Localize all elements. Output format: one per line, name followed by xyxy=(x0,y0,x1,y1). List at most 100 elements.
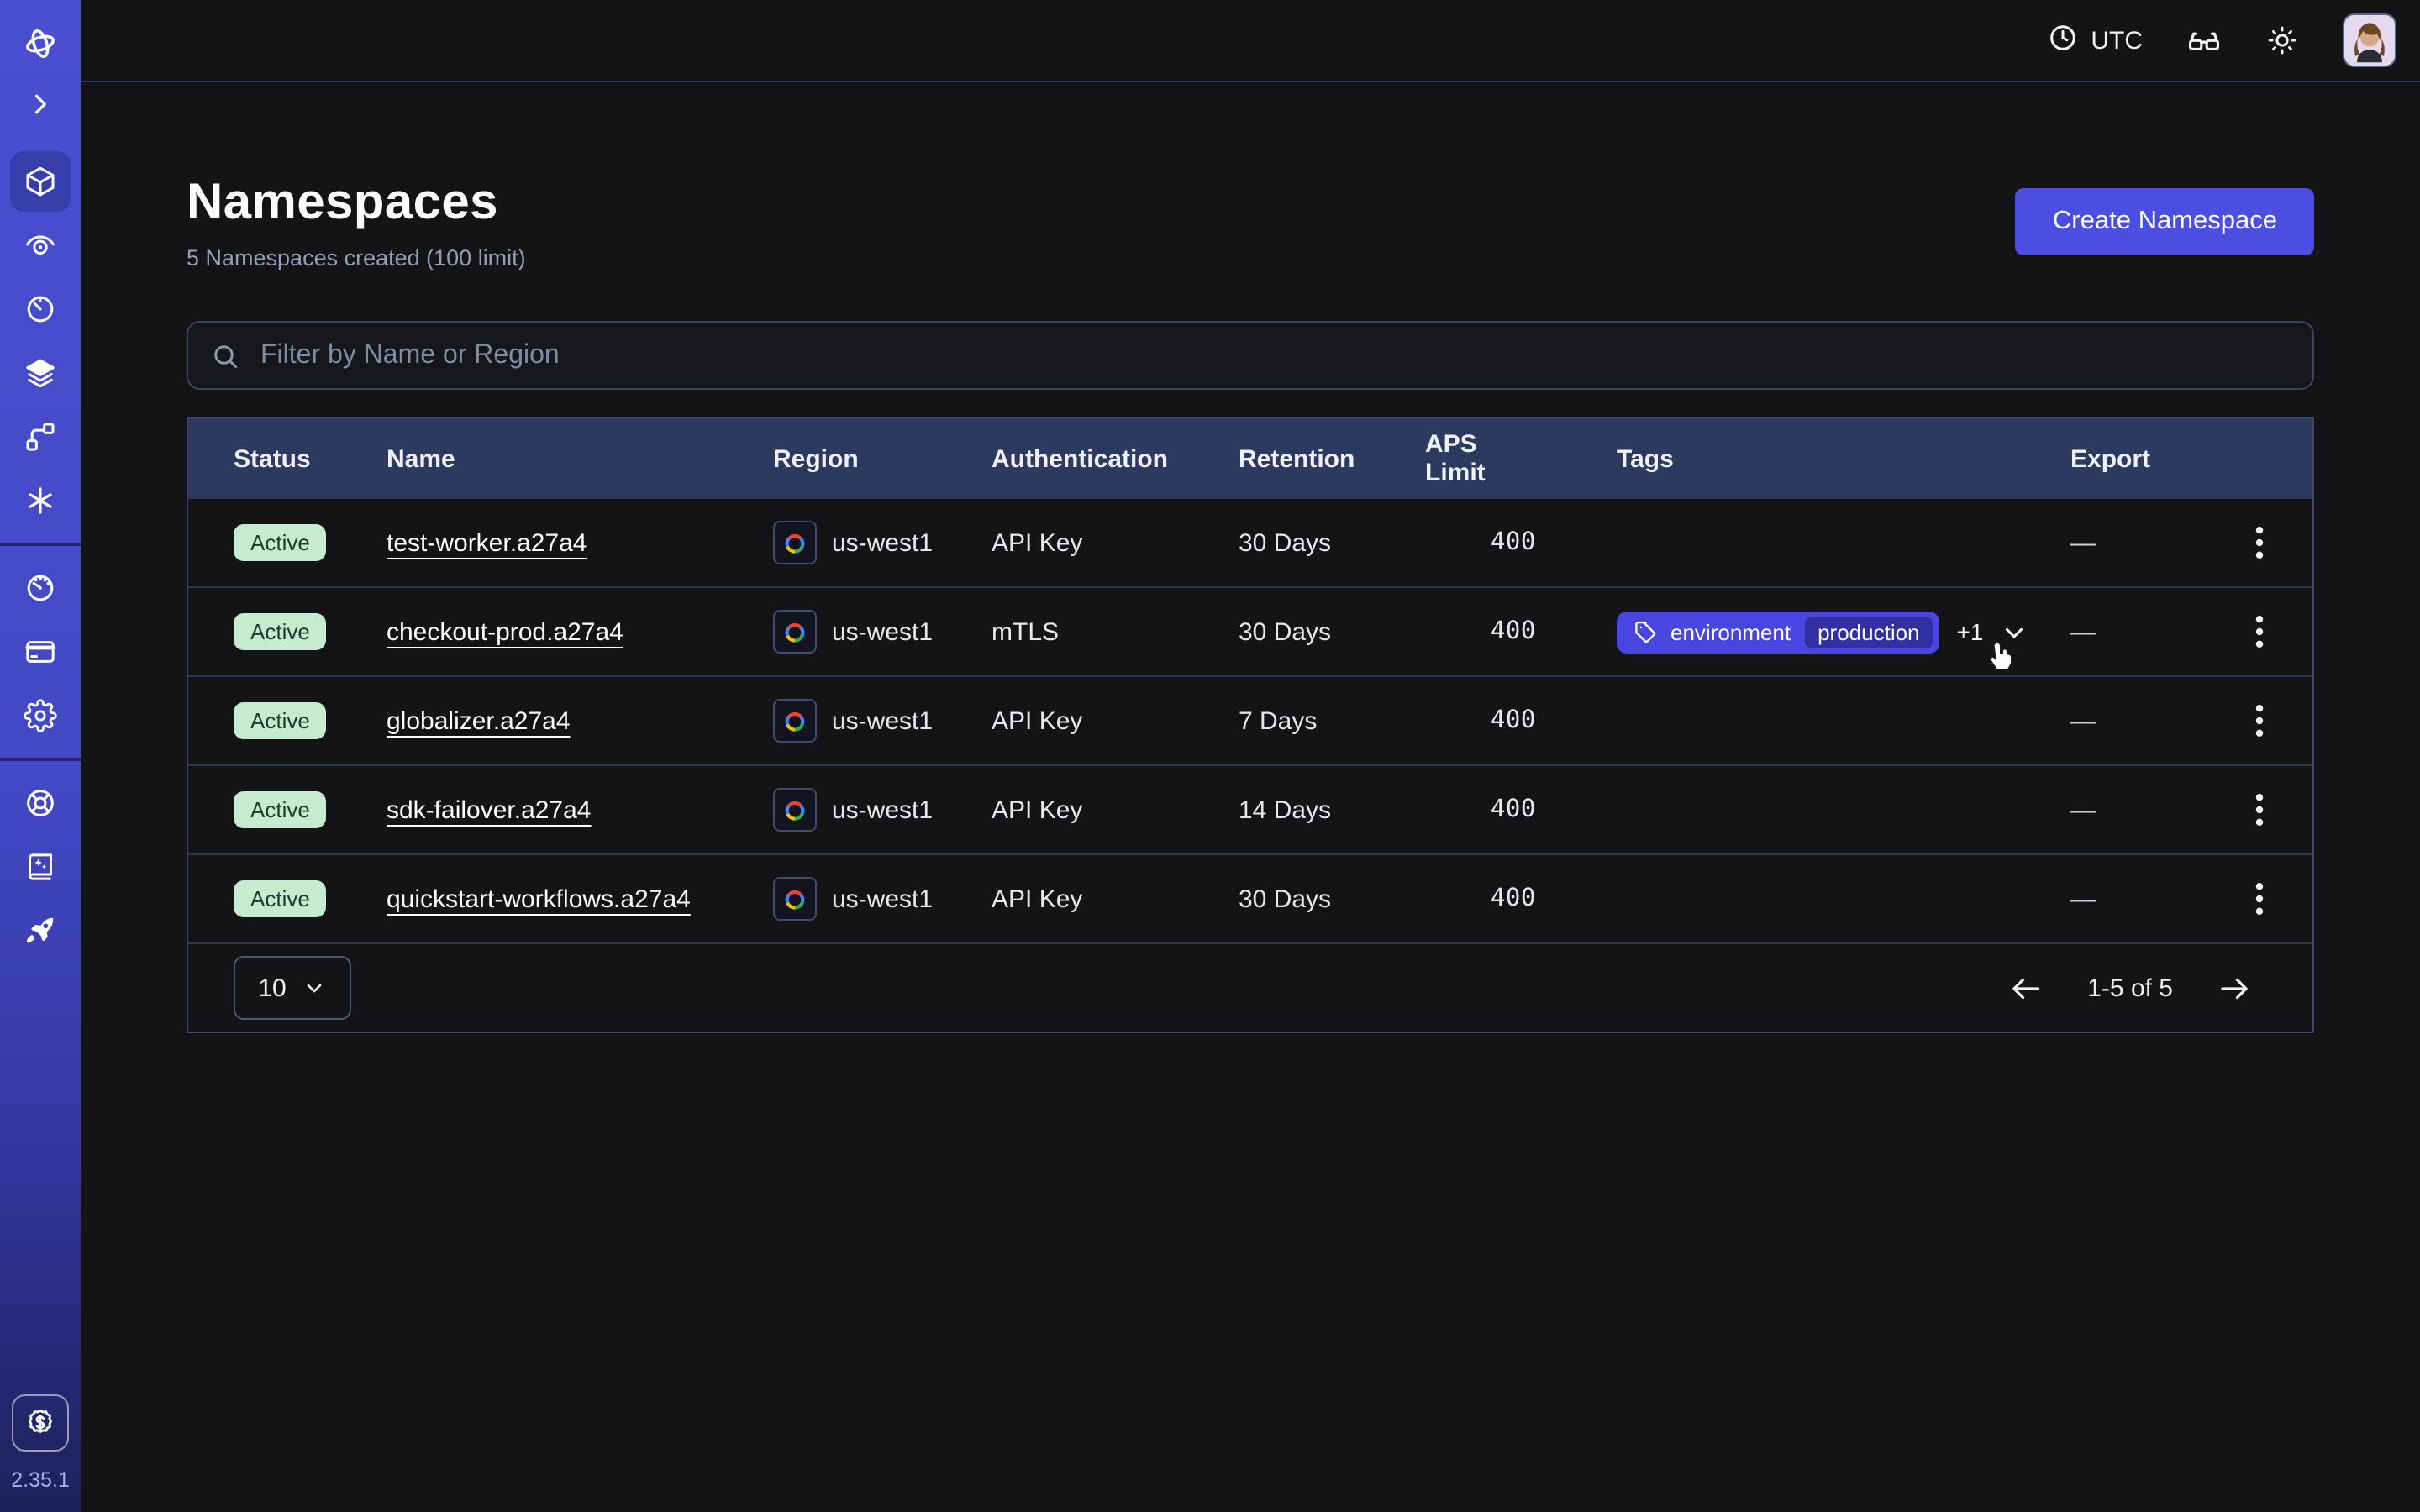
sidebar-item-nexus[interactable] xyxy=(10,470,71,531)
column-header-auth: Authentication xyxy=(992,444,1239,473)
retention-cell: 30 Days xyxy=(1239,885,1425,913)
export-cell: — xyxy=(2070,528,2205,557)
region-cell: us-west1 xyxy=(773,788,992,832)
sidebar-divider xyxy=(0,543,81,546)
main-content: Namespaces 5 Namespaces created (100 lim… xyxy=(81,81,2420,1512)
timezone-label: UTC xyxy=(2091,26,2143,55)
sidebar-item-getting-started[interactable] xyxy=(10,900,71,961)
row-menu-button[interactable] xyxy=(2238,697,2280,744)
tag-key: environment xyxy=(1670,619,1791,644)
page-subtitle: 5 Namespaces created (100 limit) xyxy=(187,245,526,270)
gcp-region-icon xyxy=(773,699,817,743)
tags-more: +1 xyxy=(1957,618,1984,645)
tag-badge[interactable]: environment production xyxy=(1617,611,1940,653)
filter-bar xyxy=(187,321,2314,390)
theme-toggle-sun-icon[interactable] xyxy=(2265,24,2299,57)
tag-icon xyxy=(1634,620,1657,643)
auth-cell: mTLS xyxy=(992,617,1239,646)
region-cell: us-west1 xyxy=(773,877,992,921)
sidebar-item-settings[interactable] xyxy=(10,685,71,746)
tags-expand-chevron[interactable] xyxy=(2000,617,2028,646)
timezone-selector[interactable]: UTC xyxy=(2047,21,2143,60)
table-row: Active quickstart-workflows.a27a4 us-wes… xyxy=(188,855,2312,944)
namespace-link[interactable]: globalizer.a27a4 xyxy=(387,706,571,735)
clock-icon xyxy=(2047,21,2079,60)
sidebar-item-billing[interactable] xyxy=(10,622,71,682)
namespace-link[interactable]: quickstart-workflows.a27a4 xyxy=(387,885,691,913)
page-title: Namespaces xyxy=(187,171,526,235)
sidebar-item-monitoring[interactable] xyxy=(10,215,71,276)
status-badge: Active xyxy=(234,702,327,739)
sidebar-item-schedules[interactable] xyxy=(10,279,71,339)
retention-cell: 14 Days xyxy=(1239,795,1425,824)
region-label: us-west1 xyxy=(832,885,933,913)
column-header-retention: Retention xyxy=(1239,444,1425,473)
retention-cell: 30 Days xyxy=(1239,528,1425,557)
region-cell: us-west1 xyxy=(773,521,992,564)
page-header: Namespaces 5 Namespaces created (100 lim… xyxy=(187,171,2314,270)
gcp-region-icon xyxy=(773,521,817,564)
create-namespace-button[interactable]: Create Namespace xyxy=(2016,187,2314,255)
app-version: 2.35.1 xyxy=(11,1468,70,1492)
namespace-link[interactable]: test-worker.a27a4 xyxy=(387,528,587,557)
sidebar-item-docs[interactable] xyxy=(10,837,71,897)
table-body: Active test-worker.a27a4 us-west1 API Ke… xyxy=(188,499,2312,944)
region-cell: us-west1 xyxy=(773,610,992,654)
sidebar-item-layers[interactable] xyxy=(10,343,71,403)
page-size-value: 10 xyxy=(258,974,286,1002)
row-menu-button[interactable] xyxy=(2238,786,2280,833)
sidebar-item-usage[interactable] xyxy=(10,558,71,618)
retention-cell: 7 Days xyxy=(1239,706,1425,735)
arrow-left-icon xyxy=(2008,970,2044,1005)
aps-limit-cell: 400 xyxy=(1491,885,1570,912)
table-header: Status Name Region Authentication Retent… xyxy=(188,418,2312,499)
auth-cell: API Key xyxy=(992,528,1239,557)
sidebar: 2.35.1 xyxy=(0,0,81,1512)
previous-page-button[interactable] xyxy=(2008,970,2044,1005)
row-menu-button[interactable] xyxy=(2238,875,2280,922)
arrow-right-icon xyxy=(2217,970,2252,1005)
status-badge: Active xyxy=(234,613,327,650)
column-header-export: Export xyxy=(2070,444,2205,473)
table-row: Active checkout-prod.a27a4 us-west1 mTLS… xyxy=(188,588,2312,677)
sidebar-item-support[interactable] xyxy=(10,773,71,833)
pagination-range: 1-5 of 5 xyxy=(2087,974,2173,1002)
credits-button[interactable] xyxy=(12,1394,69,1452)
user-avatar[interactable] xyxy=(2343,13,2396,67)
aps-limit-cell: 400 xyxy=(1491,707,1570,734)
next-page-button[interactable] xyxy=(2217,970,2252,1005)
auth-cell: API Key xyxy=(992,706,1239,735)
sidebar-divider xyxy=(0,758,81,761)
auth-cell: API Key xyxy=(992,885,1239,913)
sidebar-item-deployments[interactable] xyxy=(10,407,71,467)
page-size-select[interactable]: 10 xyxy=(234,956,351,1020)
table-row: Active test-worker.a27a4 us-west1 API Ke… xyxy=(188,499,2312,588)
column-header-tags: Tags xyxy=(1570,444,2070,473)
auth-cell: API Key xyxy=(992,795,1239,824)
namespace-link[interactable]: checkout-prod.a27a4 xyxy=(387,617,623,646)
tags-wrap: environment production +1 xyxy=(1617,611,2028,653)
labs-glasses-icon[interactable] xyxy=(2186,23,2222,58)
gcp-region-icon xyxy=(773,788,817,832)
search-icon xyxy=(210,340,240,370)
filter-input[interactable] xyxy=(257,339,2291,372)
export-cell: — xyxy=(2070,617,2205,646)
aps-limit-cell: 400 xyxy=(1491,529,1570,556)
retention-cell: 30 Days xyxy=(1239,617,1425,646)
gcp-region-icon xyxy=(773,877,817,921)
sidebar-collapse-chevron-icon[interactable] xyxy=(10,74,71,134)
sidebar-item-namespaces[interactable] xyxy=(10,151,71,212)
column-header-region: Region xyxy=(773,444,992,473)
export-cell: — xyxy=(2070,885,2205,913)
temporal-logo-icon[interactable] xyxy=(10,13,71,74)
column-header-name: Name xyxy=(387,444,773,473)
topbar: UTC xyxy=(81,0,2420,82)
namespace-link[interactable]: sdk-failover.a27a4 xyxy=(387,795,592,824)
table-row: Active globalizer.a27a4 us-west1 API Key… xyxy=(188,677,2312,766)
row-menu-button[interactable] xyxy=(2238,519,2280,566)
status-badge: Active xyxy=(234,524,327,561)
status-badge: Active xyxy=(234,791,327,828)
row-menu-button[interactable] xyxy=(2238,608,2280,655)
region-label: us-west1 xyxy=(832,795,933,824)
status-badge: Active xyxy=(234,880,327,917)
